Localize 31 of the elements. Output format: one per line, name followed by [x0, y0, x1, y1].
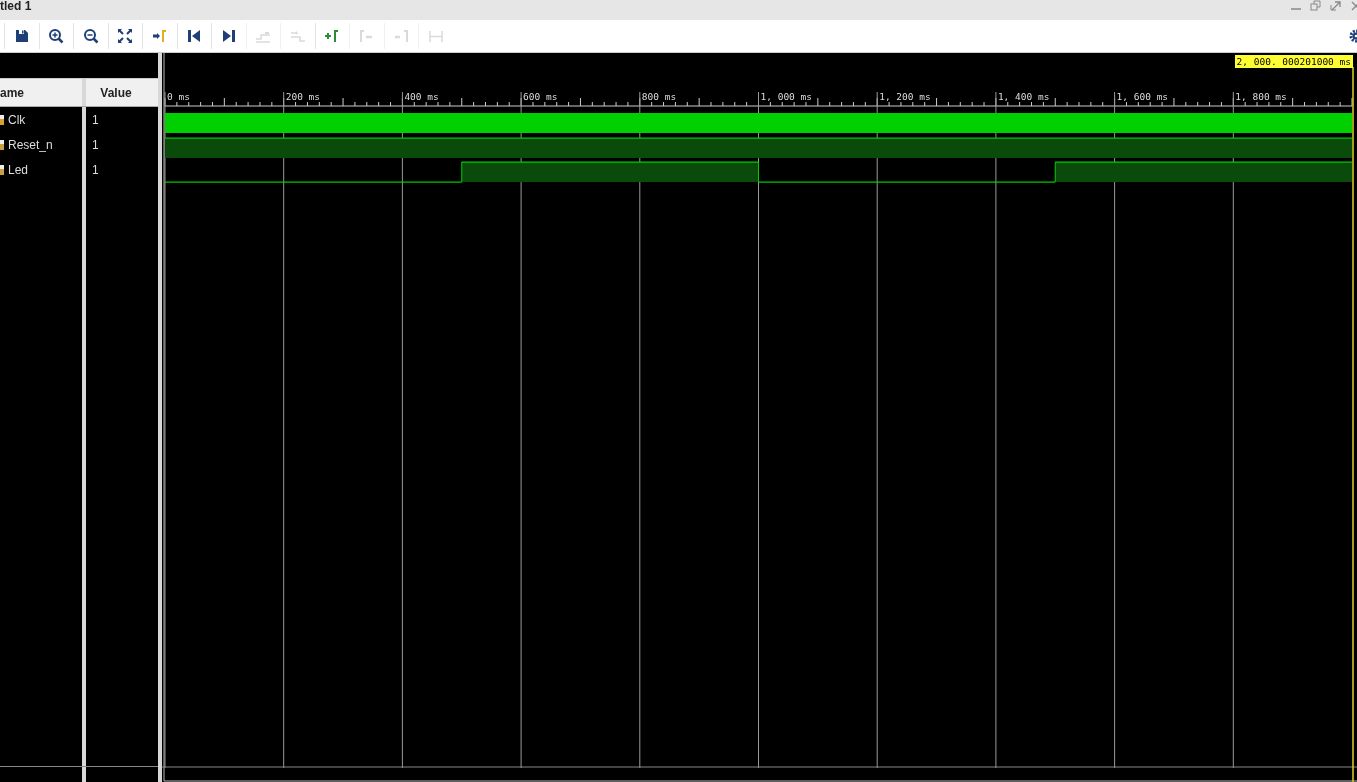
signal-name[interactable]: Clk [8, 112, 26, 127]
tick-label: 0 ms [167, 91, 190, 102]
tick-label: 200 ms [285, 91, 321, 102]
signal-value: 1 [92, 112, 99, 127]
signal-icon [0, 163, 4, 176]
signal-value: 1 [92, 162, 99, 177]
maximize-icon[interactable] [1329, 0, 1343, 13]
zoom-out-icon [81, 27, 100, 45]
settings-icon[interactable] [1347, 28, 1357, 44]
column-header[interactable]: ame [0, 79, 86, 106]
restore-icon[interactable] [1309, 0, 1323, 13]
tick-label: 600 ms [523, 91, 558, 102]
column-header[interactable]: Value [86, 79, 158, 106]
cursor-time-label: 2, 000. 000201000 ms [1234, 55, 1353, 68]
tick-label: 400 ms [404, 91, 439, 102]
tick-label: 1, 600 ms [1116, 91, 1169, 102]
signal-name[interactable]: Reset_n [8, 137, 53, 152]
close-icon[interactable] [1349, 0, 1357, 13]
signal-icon [0, 113, 4, 126]
signal-value: 1 [92, 137, 99, 152]
fit-icon [116, 27, 135, 45]
tick-label: 800 ms [641, 91, 677, 102]
tick-label: 1, 800 ms [1235, 91, 1287, 102]
arrow-bracket-icon [150, 27, 169, 45]
window-title: tled 1 [0, 0, 32, 13]
tick-label: 1, 400 ms [997, 91, 1050, 102]
tick-label: 1, 200 ms [879, 91, 931, 102]
zoom-in-icon [47, 27, 66, 45]
tick-label: 1, 000 ms [760, 91, 812, 102]
signal-name[interactable]: Led [8, 162, 29, 177]
signal-icon [0, 138, 4, 151]
